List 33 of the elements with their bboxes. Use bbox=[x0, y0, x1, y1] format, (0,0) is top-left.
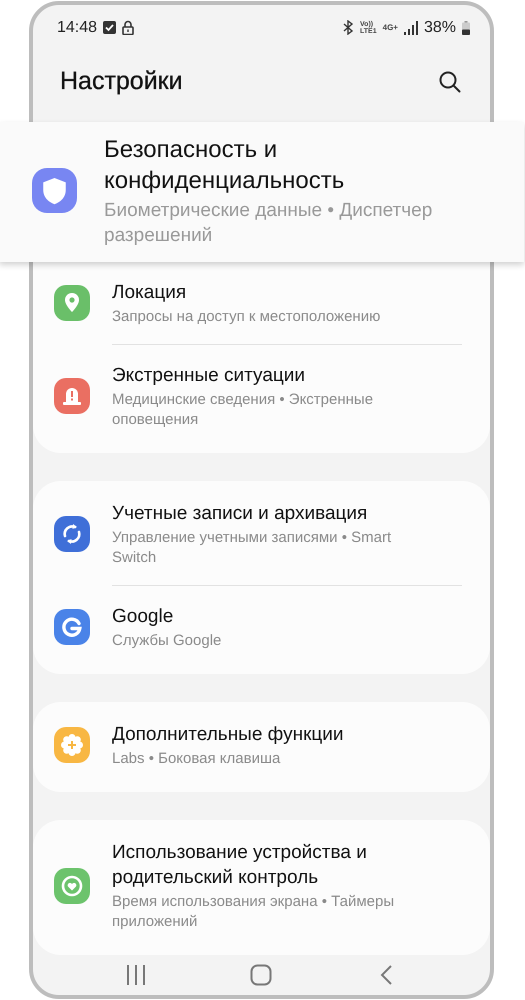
rounded-square-icon bbox=[250, 964, 272, 986]
battery-icon bbox=[462, 20, 470, 35]
settings-item[interactable]: Использование устройства и родительский контроль Время использования экрана • Таймеры приложений bbox=[33, 822, 490, 948]
item-title: Локация bbox=[112, 280, 188, 304]
settings-item[interactable]: Экстренные ситуации Медицинские сведения • Экстренные оповещения bbox=[33, 344, 490, 446]
item-subtitle: Запросы на доступ к местоположению bbox=[112, 306, 380, 326]
page-title: Настройки bbox=[60, 67, 183, 96]
network-type-label: 4G+ bbox=[382, 23, 398, 32]
settings-item[interactable]: Учетные записи и архивация Управление учетными записями • Smart Switch bbox=[33, 482, 490, 584]
item-subtitle: Биометрические данные • Диспетчер разрешений bbox=[104, 198, 434, 248]
item-title: Экстренные ситуации bbox=[112, 364, 306, 388]
bluetooth-icon bbox=[342, 20, 354, 36]
three-lines-icon bbox=[124, 964, 147, 986]
highlighted-settings-item[interactable]: Безопасность и конфиденциальность Биометрические данные • Диспетчер разрешений bbox=[0, 122, 524, 262]
item-subtitle: Медицинские сведения • Экстренные оповещения bbox=[112, 390, 374, 430]
item-title: Google bbox=[112, 604, 174, 628]
item-title: Дополнительные функции bbox=[112, 722, 344, 746]
battery-percent: 38% bbox=[424, 18, 456, 37]
checkbox-icon bbox=[103, 21, 116, 34]
item-title: Использование устройства и родительский контроль bbox=[112, 840, 368, 890]
settings-item[interactable]: Локация Запросы на доступ к местоположению bbox=[33, 262, 490, 344]
item-subtitle: Время использования экрана • Таймеры приложений bbox=[112, 892, 396, 932]
search-icon bbox=[438, 70, 462, 94]
signal-icon bbox=[404, 20, 418, 35]
item-title: Безопасность и конфиденциальность bbox=[104, 134, 346, 196]
item-title: Учетные записи и архивация bbox=[112, 502, 368, 526]
item-subtitle: Labs • Боковая клавиша bbox=[112, 748, 282, 768]
clock: 14:48 bbox=[57, 18, 98, 37]
item-subtitle: Службы Google bbox=[112, 630, 222, 650]
settings-item[interactable]: Дополнительные функции Labs • Боковая клавиша bbox=[33, 704, 490, 786]
item-subtitle: Управление учетными записями • Smart Switch bbox=[112, 528, 392, 568]
settings-item[interactable]: Google Службы Google bbox=[33, 586, 490, 668]
lock-icon bbox=[122, 20, 134, 36]
